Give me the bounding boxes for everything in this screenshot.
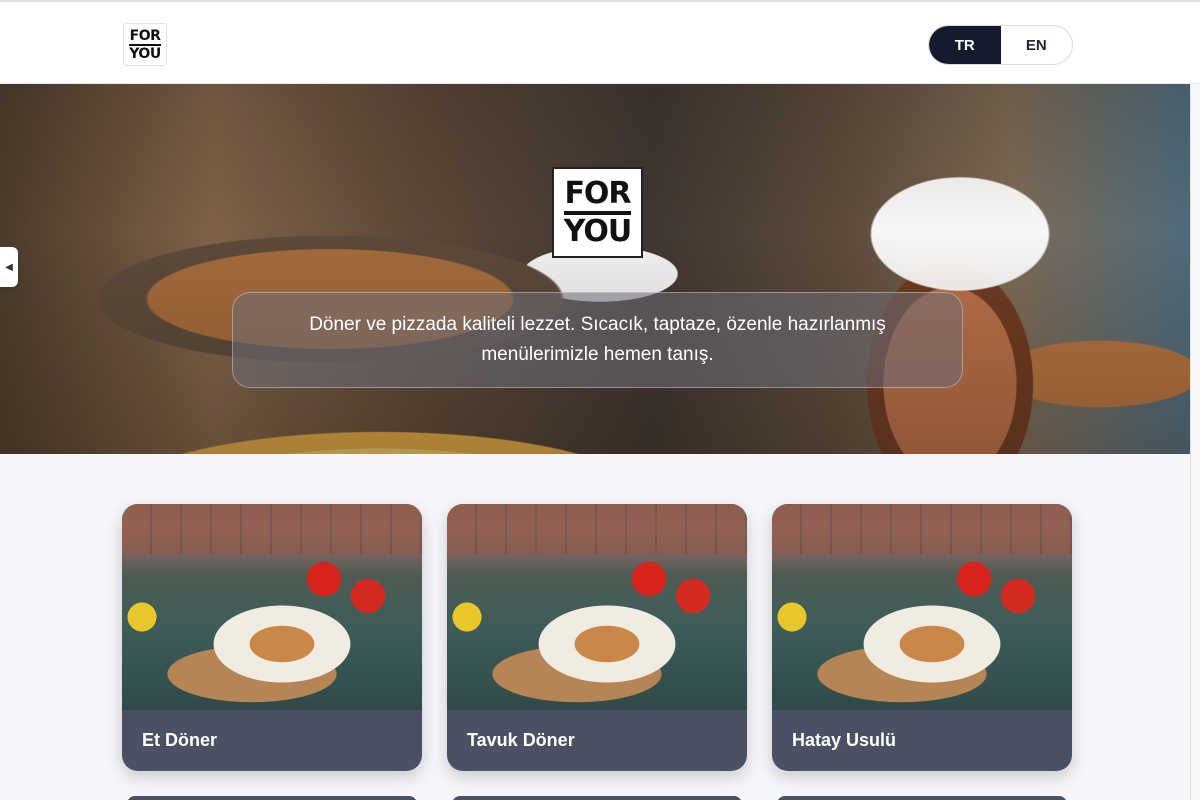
sidebar-toggle-button[interactable]: ◀ xyxy=(0,247,18,287)
menu-card-hatay-usulu[interactable]: Hatay Usulü xyxy=(772,504,1072,771)
scrollbar-track[interactable] xyxy=(1190,84,1200,800)
language-en-button[interactable]: EN xyxy=(1001,26,1073,64)
menu-card-tavuk-doner[interactable]: Tavuk Döner xyxy=(447,504,747,771)
brand-logo[interactable]: FOR YOU xyxy=(123,23,167,66)
logo-text-bottom: YOU xyxy=(129,43,161,62)
menu-card-image xyxy=(772,504,1072,710)
menu-card-next-row[interactable] xyxy=(452,796,742,800)
language-tr-button[interactable]: TR xyxy=(929,26,1001,64)
hero-logo-text-top: FOR xyxy=(564,175,631,211)
menu-card-title: Tavuk Döner xyxy=(467,730,575,750)
menu-card-next-row[interactable] xyxy=(777,796,1067,800)
hero-logo-text-bottom: YOU xyxy=(563,210,632,247)
menu-card-et-doner[interactable]: Et Döner xyxy=(122,504,422,771)
menu-card-next-row[interactable] xyxy=(127,796,417,800)
menu-card-image xyxy=(122,504,422,710)
hero-caption: Döner ve pizzada kaliteli lezzet. Sıcacı… xyxy=(232,292,963,388)
site-header: FOR YOU TR EN xyxy=(0,0,1200,84)
hero-image-overlay xyxy=(0,84,1190,454)
chevron-left-icon: ◀ xyxy=(5,261,13,273)
menu-card-title: Hatay Usulü xyxy=(792,730,897,750)
menu-card-title: Et Döner xyxy=(142,730,218,750)
menu-card-image xyxy=(447,504,747,710)
logo-text-top: FOR xyxy=(129,27,161,44)
language-switcher: TR EN xyxy=(928,25,1073,65)
hero-logo: FOR YOU xyxy=(552,167,643,258)
hero-banner: FOR YOU Döner ve pizzada kaliteli lezzet… xyxy=(0,84,1190,454)
